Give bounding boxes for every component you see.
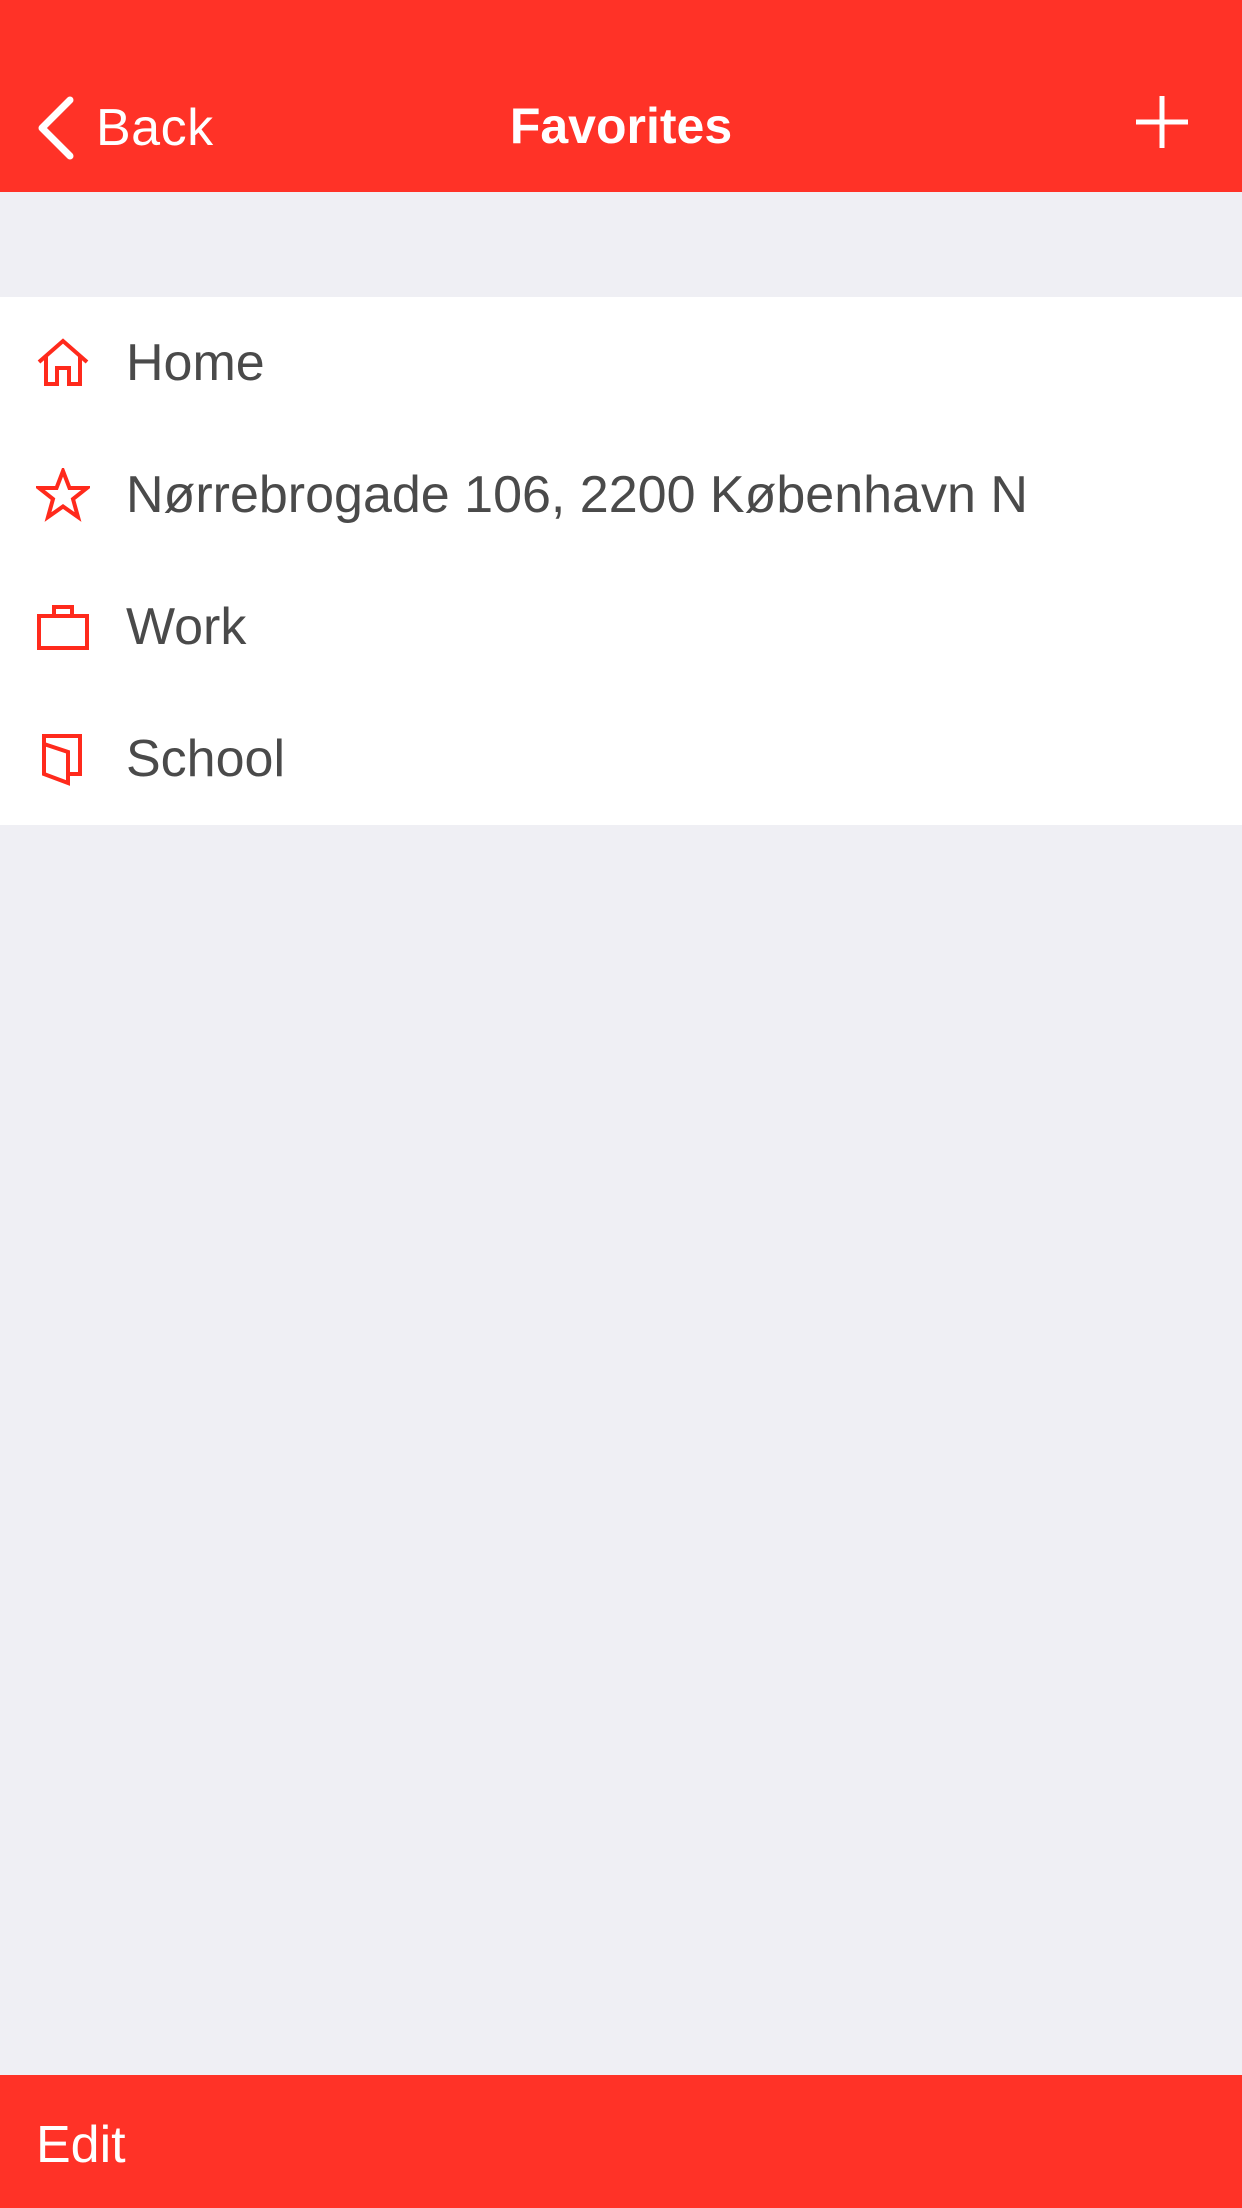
favorites-list: Home Nørrebrogade 106, 2200 København N … [0, 297, 1242, 825]
plus-icon [1134, 94, 1190, 150]
briefcase-icon [36, 600, 90, 654]
book-icon [36, 732, 90, 786]
star-icon [36, 468, 90, 522]
bottom-toolbar: Edit [0, 2075, 1242, 2208]
add-favorite-button[interactable] [1134, 94, 1190, 150]
favorite-item-home[interactable]: Home [0, 297, 1242, 429]
edit-button[interactable]: Edit [36, 2115, 126, 2175]
favorite-item-work[interactable]: Work [0, 561, 1242, 693]
favorite-label: School [126, 730, 285, 788]
page-title: Favorites [509, 98, 733, 154]
home-icon [36, 336, 90, 390]
navigation-bar: Back Favorites [0, 0, 1242, 192]
favorite-label: Work [126, 598, 247, 656]
favorite-label: Nørrebrogade 106, 2200 København N [126, 466, 1028, 524]
favorite-item-address[interactable]: Nørrebrogade 106, 2200 København N [0, 429, 1242, 561]
favorite-label: Home [126, 334, 265, 392]
favorite-item-school[interactable]: School [0, 693, 1242, 825]
